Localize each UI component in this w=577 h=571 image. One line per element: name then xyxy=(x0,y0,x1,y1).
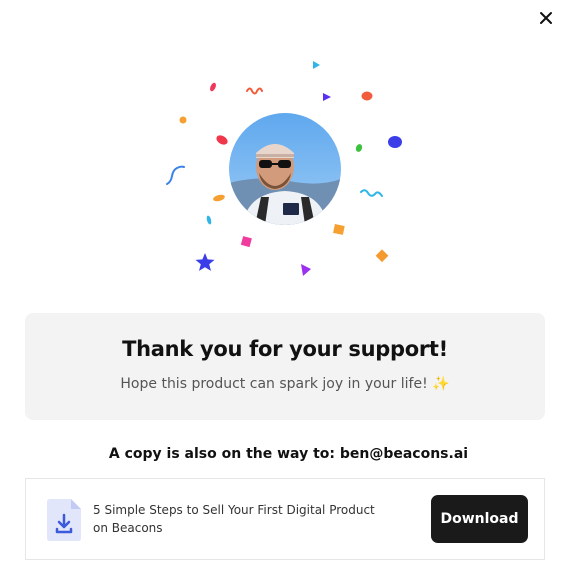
product-title: 5 Simple Steps to Sell Your First Digita… xyxy=(93,503,375,535)
thank-you-subtitle: Hope this product can spark joy in your … xyxy=(120,376,450,392)
download-file-icon xyxy=(47,499,81,541)
thank-you-card: Thank you for your support! Hope this pr… xyxy=(25,313,545,420)
product-row: 5 Simple Steps to Sell Your First Digita… xyxy=(25,478,545,560)
user-avatar xyxy=(229,113,341,225)
copy-email-notice: A copy is also on the way to: ben@beacon… xyxy=(108,446,469,462)
avatar xyxy=(229,113,341,225)
download-button[interactable]: Download xyxy=(431,495,528,543)
page-title: Thank you for your support! xyxy=(122,337,448,361)
